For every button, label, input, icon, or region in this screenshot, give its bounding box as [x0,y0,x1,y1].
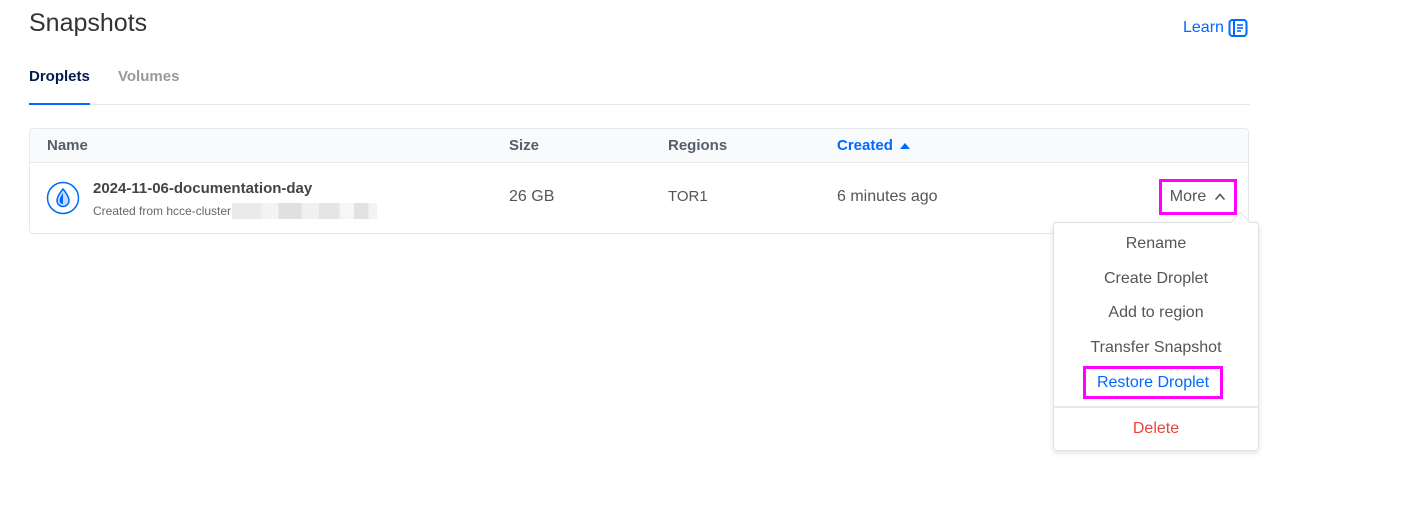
sort-ascending-icon [899,142,910,149]
more-button-label: More [1169,188,1207,205]
snapshot-source: Created from hcce-cluster [93,203,378,219]
snapshot-region: TOR1 [668,188,708,205]
page-title: Snapshots [29,9,148,37]
menu-item-restore-droplet[interactable]: Restore Droplet [1083,366,1223,399]
droplet-icon [46,181,80,215]
learn-link[interactable]: Learn [1183,18,1248,38]
menu-item-delete[interactable]: Delete [1054,420,1258,438]
tab-volumes[interactable]: Volumes [118,68,179,85]
column-header-created[interactable]: Created [837,137,910,154]
snapshot-source-label: Created from hcce-cluster [93,204,232,218]
menu-divider [1054,406,1258,408]
menu-item-transfer-snapshot[interactable]: Transfer Snapshot [1054,339,1258,357]
table-header: Name Size Regions Created [30,129,1248,163]
more-dropdown-menu: Rename Create Droplet Add to region Tran… [1053,211,1259,451]
column-header-name[interactable]: Name [47,137,88,154]
snapshot-size: 26 GB [509,188,555,205]
snapshot-created: 6 minutes ago [837,188,938,205]
more-button[interactable]: More [1159,179,1237,215]
snapshot-name[interactable]: 2024-11-06-documentation-day [93,180,312,197]
menu-item-rename[interactable]: Rename [1054,235,1258,253]
menu-item-add-to-region[interactable]: Add to region [1054,304,1258,322]
column-header-regions[interactable]: Regions [668,137,727,154]
column-header-created-label: Created [837,137,893,154]
document-icon [1228,19,1248,37]
chevron-up-icon [1215,193,1226,201]
column-header-size[interactable]: Size [509,137,539,154]
menu-item-create-droplet[interactable]: Create Droplet [1054,270,1258,288]
snapshots-table: Name Size Regions Created 2024-11-06-doc… [29,128,1249,234]
tab-droplets[interactable]: Droplets [29,68,90,105]
tab-bar: Droplets Volumes [29,60,1250,105]
redacted-text [232,203,378,219]
learn-label: Learn [1183,19,1224,36]
